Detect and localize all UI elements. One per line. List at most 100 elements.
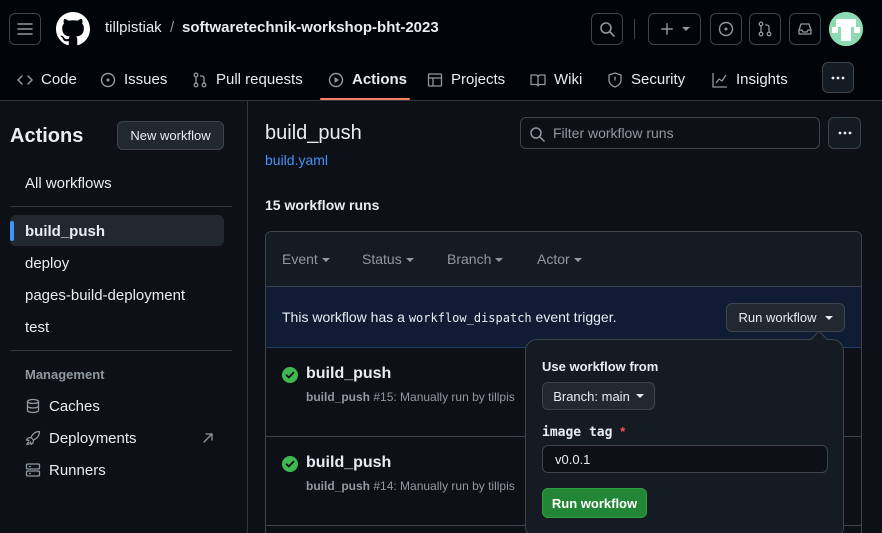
- chevron-down-icon: [405, 258, 414, 263]
- tab-issues[interactable]: Issues: [100, 58, 167, 101]
- more-horizontal-icon: [838, 131, 851, 135]
- sidebar-item-caches[interactable]: Caches: [49, 398, 100, 415]
- filter-placeholder: Filter workflow runs: [553, 125, 674, 141]
- tab-wiki[interactable]: Wiki: [530, 58, 582, 101]
- runs-filter-bar: Event Status Branch Actor: [266, 232, 861, 287]
- database-icon: [26, 398, 40, 414]
- sidebar-item-all-workflows[interactable]: All workflows: [25, 175, 112, 192]
- filter-label: Actor: [537, 251, 570, 267]
- status-filter[interactable]: Status: [362, 251, 414, 267]
- run-description: : Manually run by tillpis: [393, 390, 515, 404]
- tab-projects[interactable]: Projects: [427, 58, 505, 101]
- dispatch-code: workflow_dispatch: [408, 311, 532, 325]
- dispatch-suffix: event trigger.: [535, 309, 617, 325]
- sidebar-divider: [10, 206, 232, 207]
- run-number: #15: [373, 390, 394, 404]
- sidebar-item-test[interactable]: test: [25, 319, 49, 336]
- actions-sidebar: Actions New workflow All workflows build…: [0, 101, 248, 533]
- filter-label: Event: [282, 251, 318, 267]
- runs-count: 15 workflow runs: [265, 197, 380, 213]
- book-icon: [530, 73, 546, 87]
- run-workflow-submit-button[interactable]: Run workflow: [542, 488, 647, 518]
- sidebar-item-build-push[interactable]: build_push: [25, 223, 105, 240]
- chevron-down-icon: [573, 258, 582, 263]
- issue-icon: [100, 72, 116, 87]
- tab-label: Actions: [352, 71, 408, 88]
- plus-icon: [660, 23, 673, 35]
- tab-label: Security: [631, 71, 686, 88]
- chevron-down-icon: [681, 27, 690, 31]
- create-new-button[interactable]: [648, 13, 701, 45]
- inbox-icon: [798, 23, 812, 35]
- pull-request-icon: [193, 72, 207, 87]
- branch-label: Branch: main: [553, 388, 630, 404]
- pull-request-icon: [758, 21, 772, 37]
- image-tag-input[interactable]: [542, 445, 828, 473]
- page-title: build_push: [265, 122, 362, 144]
- popover-heading: Use workflow from: [542, 359, 659, 374]
- search-button[interactable]: [591, 13, 623, 45]
- branch-select[interactable]: Branch: main: [542, 382, 655, 410]
- search-icon: [600, 22, 615, 37]
- app-header: tillpistiak / softwaretechnik-workshop-b…: [0, 0, 882, 101]
- new-workflow-button[interactable]: New workflow: [117, 121, 224, 150]
- run-meta: build_push #14: Manually run by tillpis: [306, 479, 515, 493]
- workflow-options-button[interactable]: [828, 117, 861, 149]
- run-title[interactable]: build_push: [306, 365, 391, 383]
- pull-requests-button[interactable]: [749, 13, 781, 45]
- filter-label: Branch: [447, 251, 492, 267]
- inbox-button[interactable]: [789, 13, 821, 45]
- issues-button[interactable]: [710, 13, 742, 45]
- tab-insights[interactable]: Insights: [712, 58, 788, 101]
- sidebar-item-runners[interactable]: Runners: [49, 462, 106, 479]
- filter-label: Status: [362, 251, 402, 267]
- external-link-icon: [203, 433, 213, 443]
- repo-name-link[interactable]: softwaretechnik-workshop-bht-2023: [182, 19, 439, 36]
- menu-button[interactable]: [9, 13, 41, 45]
- sidebar-item-deploy[interactable]: deploy: [25, 255, 69, 272]
- chevron-down-icon: [495, 258, 504, 263]
- branch-filter[interactable]: Branch: [447, 251, 504, 267]
- run-title[interactable]: build_push: [306, 454, 391, 472]
- repo-tabs: Code Issues Pull requests Actions Projec…: [0, 58, 882, 101]
- dispatch-message: This workflow has a workflow_dispatch ev…: [282, 309, 616, 325]
- chevron-down-icon: [824, 315, 833, 320]
- issue-icon: [718, 21, 734, 37]
- chevron-down-icon: [635, 394, 644, 398]
- sidebar-item-deployments[interactable]: Deployments: [49, 430, 137, 447]
- event-filter[interactable]: Event: [282, 251, 330, 267]
- sidebar-item-pages-build-deployment[interactable]: pages-build-deployment: [25, 287, 185, 304]
- workflow-file-link[interactable]: build.yaml: [265, 152, 328, 168]
- sidebar-divider: [10, 350, 232, 351]
- filter-runs-input[interactable]: Filter workflow runs: [520, 117, 820, 149]
- image-tag-label-text: image tag: [542, 425, 613, 440]
- table-icon: [427, 72, 443, 87]
- actor-filter[interactable]: Actor: [537, 251, 582, 267]
- code-icon: [17, 74, 33, 85]
- run-workflow-dropdown-button[interactable]: Run workflow: [726, 303, 845, 332]
- play-icon: [328, 72, 344, 87]
- menu-icon: [17, 23, 33, 35]
- tab-label: Wiki: [554, 71, 583, 88]
- tab-security[interactable]: Security: [607, 58, 685, 101]
- more-tabs-button[interactable]: [822, 62, 854, 93]
- success-check-icon: [282, 456, 298, 472]
- required-mark: *: [620, 424, 626, 439]
- graph-icon: [712, 72, 727, 88]
- run-meta: build_push #15: Manually run by tillpis: [306, 390, 515, 404]
- tab-code[interactable]: Code: [17, 58, 77, 101]
- run-workflow-label: Run workflow: [738, 310, 817, 325]
- more-horizontal-icon: [831, 76, 845, 79]
- run-number: #14: [373, 479, 394, 493]
- tab-label: Issues: [124, 71, 168, 88]
- breadcrumb-separator: /: [170, 19, 175, 36]
- repo-owner-link[interactable]: tillpistiak: [105, 19, 162, 36]
- avatar[interactable]: [829, 12, 863, 46]
- sidebar-selected-indicator: [10, 221, 14, 241]
- tab-actions[interactable]: Actions: [328, 58, 407, 101]
- tab-label: Pull requests: [216, 71, 303, 88]
- tab-pull-requests[interactable]: Pull requests: [192, 58, 303, 101]
- tab-label: Code: [41, 71, 77, 88]
- active-tab-indicator: [320, 98, 410, 100]
- github-logo-icon[interactable]: [56, 12, 90, 46]
